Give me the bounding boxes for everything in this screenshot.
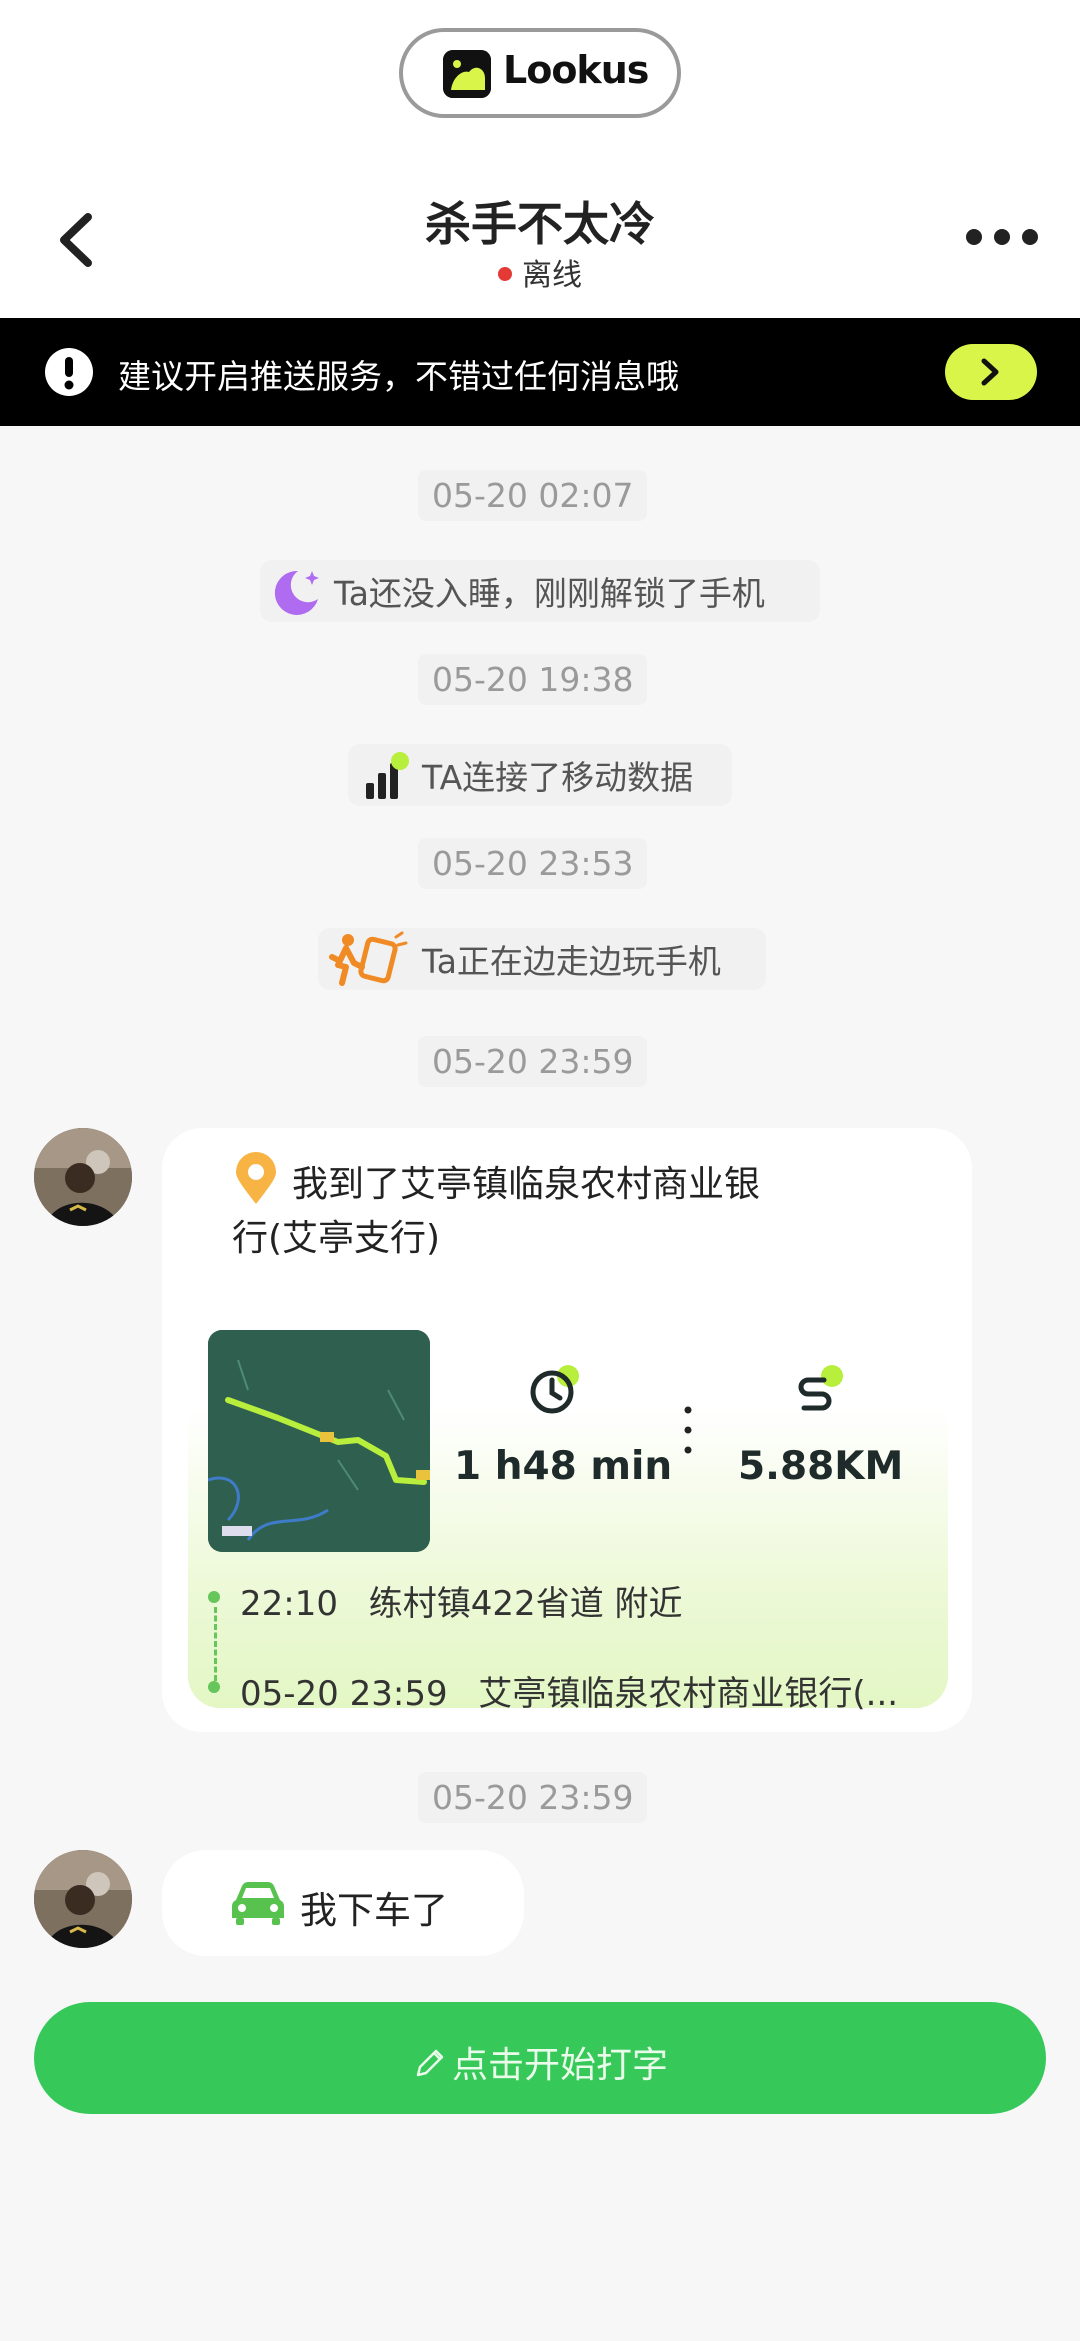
avatar[interactable]: [34, 1128, 132, 1226]
chevron-right-icon: [981, 358, 999, 386]
timestamp: 05-20 02:07: [418, 470, 648, 521]
signal-icon: [356, 747, 412, 803]
system-message-text: Ta还没入睡，刚刚解锁了手机: [334, 574, 765, 613]
route-start-place: 练村镇422省道 附近: [368, 1584, 683, 1624]
status-dot: [498, 266, 512, 281]
logo-text: Lookus: [503, 48, 649, 92]
message-text: 我下车了: [300, 1889, 448, 1932]
app-logo: Lookus: [399, 28, 681, 118]
timestamp: 05-20 23:59: [418, 1036, 648, 1087]
distance-value: 5.88KM: [738, 1444, 904, 1489]
more-button[interactable]: [962, 222, 1042, 252]
system-message-text: TA连接了移动数据: [422, 758, 694, 797]
route-distance-icon: [798, 1365, 843, 1411]
top-bar: Lookus 杀手不太冷 离线: [0, 0, 1080, 318]
banner-go-button[interactable]: [945, 344, 1037, 400]
status-text: 离线: [522, 258, 582, 293]
logo-icon: [443, 50, 491, 98]
route-end-dot: [208, 1681, 220, 1693]
route-map[interactable]: [208, 1330, 430, 1552]
banner-text: 建议开启推送服务，不错过任何消息哦: [118, 357, 679, 396]
route-end-time: 05-20 23:59: [240, 1674, 448, 1714]
moon-icon: [268, 563, 324, 619]
compose-button[interactable]: 点击开始打字: [34, 2002, 1046, 2114]
duration-value: 1 h48 min: [454, 1444, 673, 1489]
system-message: Ta还没入睡，刚刚解锁了手机: [260, 560, 820, 622]
route-start-dot: [208, 1591, 220, 1603]
online-status: 离线: [0, 250, 1080, 294]
page-title: 杀手不太冷: [425, 197, 655, 251]
avatar[interactable]: [34, 1850, 132, 1948]
more-dots-icon: [966, 229, 1038, 245]
compose-placeholder: 点击开始打字: [451, 2045, 668, 2086]
message-bubble[interactable]: 我下车了: [162, 1850, 524, 1956]
route-end: 05-20 23:59 艾亭镇临泉农村商业银行(...: [240, 1666, 898, 1715]
alert-icon: [44, 347, 94, 397]
location-title: 我到了艾亭镇临泉农村商业银行(艾亭支行): [232, 1164, 761, 1259]
divider-dots: [684, 1406, 692, 1454]
timer-icon: [530, 1365, 579, 1414]
system-message-text: Ta正在边走边玩手机: [422, 942, 721, 981]
system-message: TA连接了移动数据: [348, 744, 732, 806]
route-end-place: 艾亭镇临泉农村商业银行(...: [478, 1674, 899, 1714]
timestamp: 05-20 23:53: [418, 838, 648, 889]
timestamp: 05-20 23:59: [418, 1772, 648, 1823]
route-start: 22:10 练村镇422省道 附近: [240, 1576, 683, 1625]
system-message: Ta正在边走边玩手机: [318, 928, 766, 990]
walking-phone-icon: [326, 931, 412, 987]
car-icon: [232, 1882, 284, 1925]
timestamp: 05-20 19:38: [418, 654, 648, 705]
route-start-time: 22:10: [240, 1584, 338, 1624]
push-banner[interactable]: 建议开启推送服务，不错过任何消息哦: [0, 318, 1080, 426]
route-connector: [214, 1607, 217, 1681]
pencil-icon: [416, 2049, 444, 2077]
